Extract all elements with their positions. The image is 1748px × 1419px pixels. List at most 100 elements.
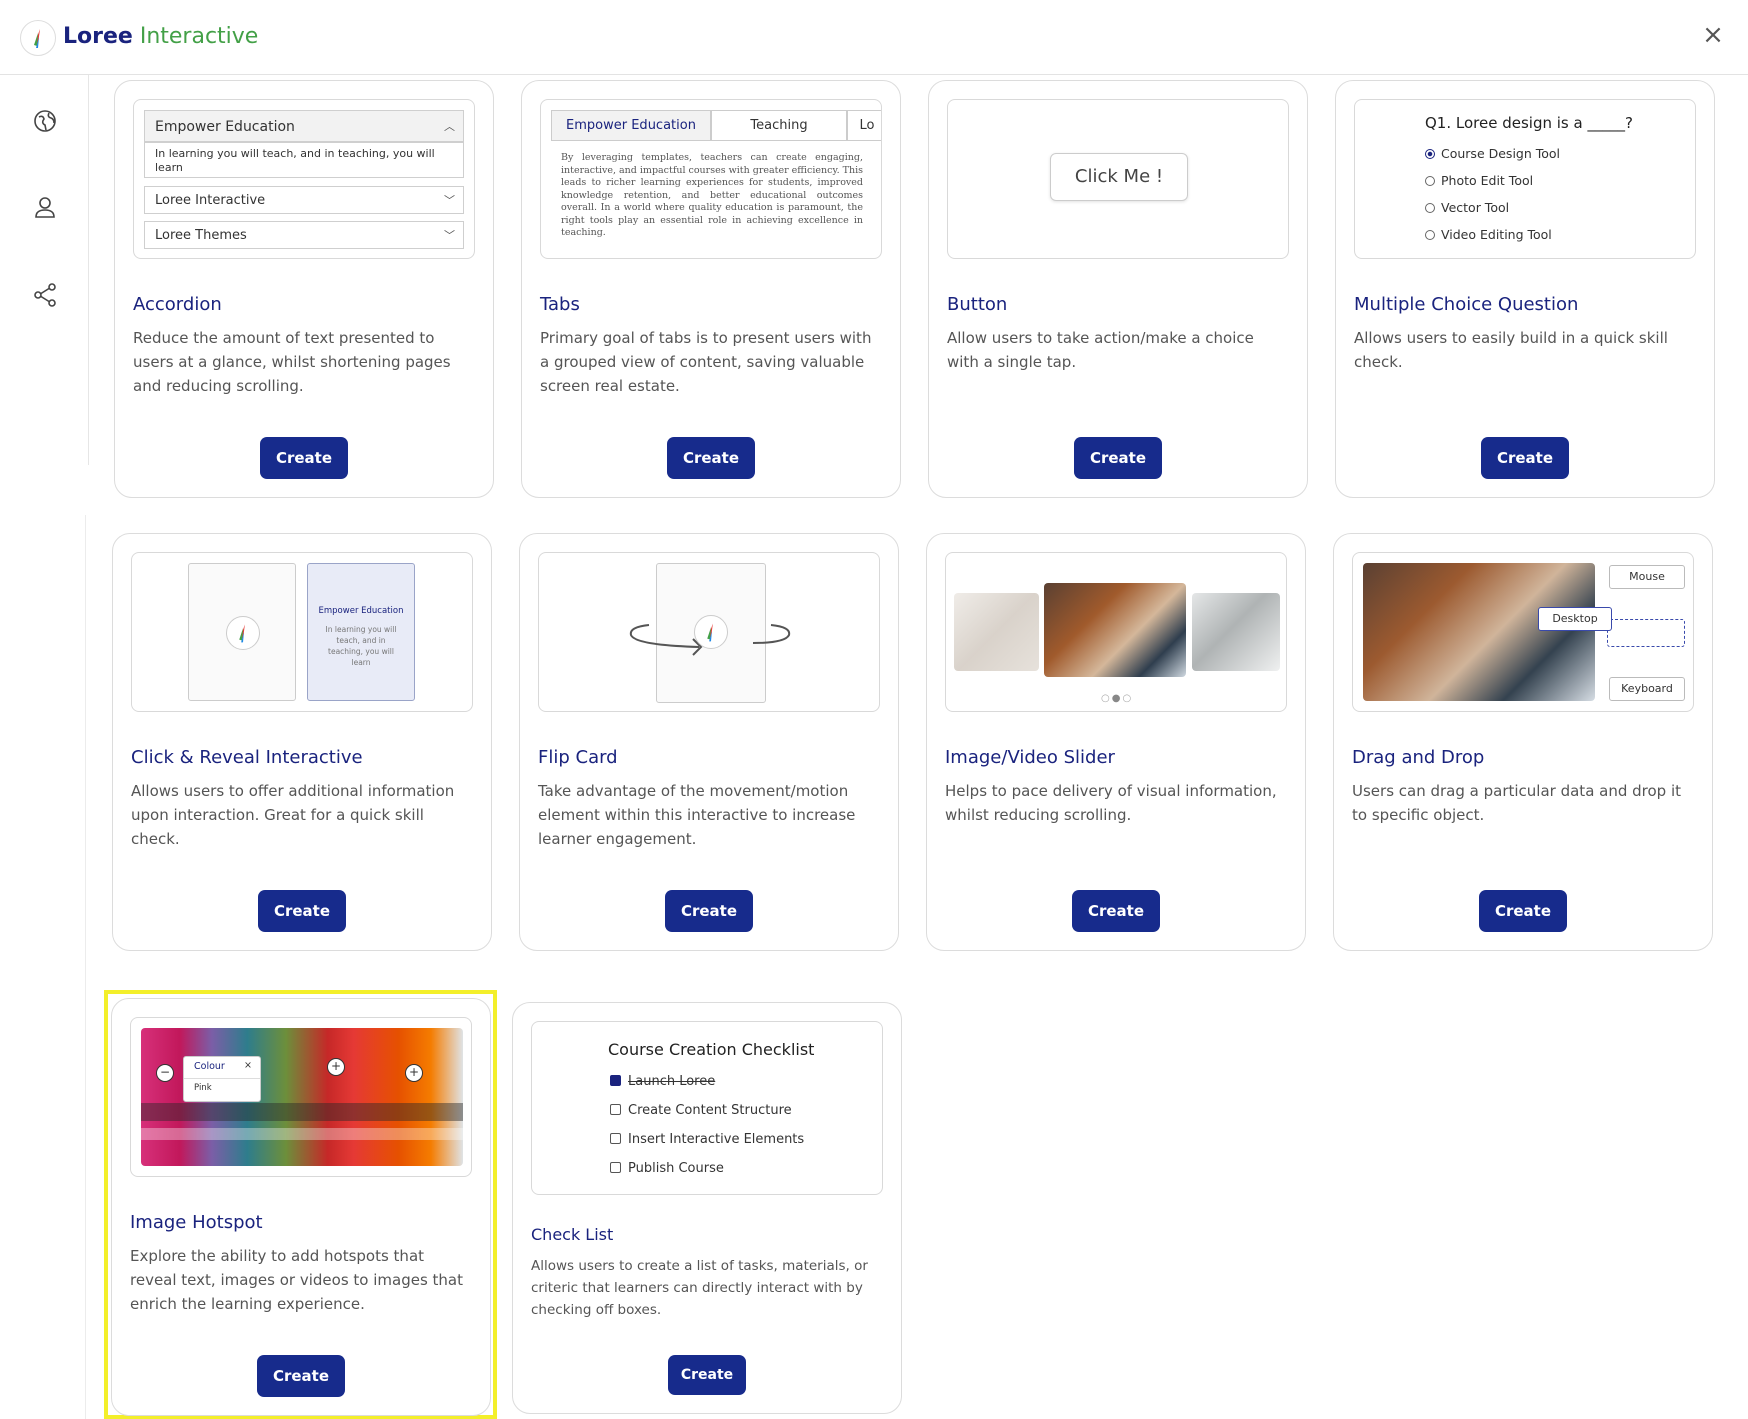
accordion-item: Loree Interactive ﹀ xyxy=(144,186,464,214)
checkbox-icon xyxy=(610,1104,621,1115)
checkbox-checked-icon xyxy=(610,1075,621,1086)
card-description: Take advantage of the movement/motion el… xyxy=(538,782,856,848)
card-image-video-slider: ○●○ Image/Video Slider Helps to pace del… xyxy=(926,533,1306,951)
checklist-item-label: Create Content Structure xyxy=(628,1103,792,1118)
card-title: Image/Video Slider xyxy=(945,747,1115,768)
mcq-option-label: Vector Tool xyxy=(1441,200,1510,215)
accordion-item-label: Loree Interactive xyxy=(155,193,266,208)
mcq-question: Q1. Loree design is a _____? xyxy=(1425,114,1633,132)
checklist-title: Course Creation Checklist xyxy=(608,1040,815,1059)
create-button[interactable]: Create xyxy=(1072,890,1160,932)
checklist-item: Create Content Structure xyxy=(610,1103,792,1118)
radio-selected-icon xyxy=(1425,149,1435,159)
slider-preview: ○●○ xyxy=(945,552,1287,712)
radio-icon xyxy=(1425,230,1435,240)
reveal-back-body: In learning you will teach, and in teach… xyxy=(325,625,397,667)
loree-logo-icon xyxy=(20,20,56,56)
card-description: Explore the ability to add hotspots that… xyxy=(130,1247,464,1313)
drag-label-mouse: Mouse xyxy=(1609,565,1685,589)
popup-value: Pink xyxy=(194,1083,212,1093)
sample-click-me-button: Click Me ! xyxy=(1050,153,1188,201)
card-title: Accordion xyxy=(133,294,222,315)
create-button[interactable]: Create xyxy=(1479,890,1567,932)
card-title: Multiple Choice Question xyxy=(1354,294,1579,315)
slider-image-right xyxy=(1192,593,1280,671)
create-button[interactable]: Create xyxy=(1074,437,1162,479)
checklist-item: Insert Interactive Elements xyxy=(610,1132,804,1147)
image-hotspot-preview: − Colour × Pink + + xyxy=(130,1017,472,1177)
hotspot-plus-icon: + xyxy=(327,1058,345,1076)
hotspot-minus-icon: − xyxy=(156,1064,174,1082)
click-reveal-preview: Empower Education In learning you will t… xyxy=(131,552,473,712)
drag-drop-preview: Mouse Desktop Keyboard xyxy=(1352,552,1694,712)
mcq-option-label: Photo Edit Tool xyxy=(1441,173,1534,188)
mcq-preview: Q1. Loree design is a _____? Course Desi… xyxy=(1354,99,1696,259)
create-button[interactable]: Create xyxy=(668,1355,746,1395)
checklist-preview: Course Creation Checklist Launch Loree C… xyxy=(531,1021,883,1195)
card-title: Click & Reveal Interactive xyxy=(131,747,363,768)
drag-label-keyboard: Keyboard xyxy=(1609,677,1685,701)
card-accordion: Empower Education ︿ In learning you will … xyxy=(114,80,494,498)
brand-primary: Loree xyxy=(63,24,133,49)
tab-content: By leveraging templates, teachers can cr… xyxy=(561,152,863,238)
card-description: Reduce the amount of text presented to u… xyxy=(133,329,451,395)
checklist-item-label: Insert Interactive Elements xyxy=(628,1132,805,1147)
create-button[interactable]: Create xyxy=(258,890,346,932)
card-check-list: Course Creation Checklist Launch Loree C… xyxy=(512,1002,902,1414)
app-header: Loree Interactive × xyxy=(0,0,1748,75)
card-flip-card: Flip Card Take advantage of the movement… xyxy=(519,533,899,951)
card-drag-and-drop: Mouse Desktop Keyboard Drag and Drop Use… xyxy=(1333,533,1713,951)
card-description: Allows users to easily build in a quick … xyxy=(1354,329,1668,371)
accordion-open-body: In learning you will teach, and in teach… xyxy=(144,142,464,178)
create-button[interactable]: Create xyxy=(1481,437,1569,479)
accordion-open-header: Empower Education ︿ xyxy=(144,110,464,142)
tab-bar: Empower Education Teaching Lo xyxy=(551,110,881,141)
card-description: Users can drag a particular data and dro… xyxy=(1352,782,1682,824)
globe-icon[interactable] xyxy=(29,105,61,137)
card-description: Allows users to offer additional informa… xyxy=(131,782,455,848)
radio-icon xyxy=(1425,203,1435,213)
tab-lo: Lo xyxy=(847,110,881,140)
card-title: Flip Card xyxy=(538,747,618,768)
button-preview: Click Me ! xyxy=(947,99,1289,259)
mcq-option: Vector Tool xyxy=(1425,200,1509,215)
card-description: Helps to pace delivery of visual informa… xyxy=(945,782,1277,824)
loree-logo-icon xyxy=(694,615,728,649)
user-icon[interactable] xyxy=(29,192,61,224)
accordion-item-label: Loree Themes xyxy=(155,228,247,243)
chevron-down-icon: ﹀ xyxy=(444,229,455,242)
card-tabs: Empower Education Teaching Lo By leverag… xyxy=(521,80,901,498)
create-button[interactable]: Create xyxy=(257,1355,345,1397)
card-description: Allow users to take action/make a choice… xyxy=(947,329,1254,371)
accordion-item: Loree Themes ﹀ xyxy=(144,221,464,249)
popup-close-icon: × xyxy=(244,1060,252,1071)
mcq-option-label: Course Design Tool xyxy=(1441,146,1561,161)
create-button[interactable]: Create xyxy=(667,437,755,479)
card-description: Primary goal of tabs is to present users… xyxy=(540,329,872,395)
card-image-hotspot: − Colour × Pink + + Image Hotspot Explor… xyxy=(111,998,491,1416)
slider-image-left xyxy=(954,593,1039,671)
card-title: Drag and Drop xyxy=(1352,747,1485,768)
card-click-reveal: Empower Education In learning you will t… xyxy=(112,533,492,951)
card-multiple-choice: Q1. Loree design is a _____? Course Desi… xyxy=(1335,80,1715,498)
tab-empower-education: Empower Education xyxy=(551,110,711,140)
reveal-front-card xyxy=(188,563,296,701)
chevron-up-icon: ︿ xyxy=(444,120,455,133)
create-button[interactable]: Create xyxy=(665,890,753,932)
mcq-option: Course Design Tool xyxy=(1425,146,1560,161)
share-icon[interactable] xyxy=(29,279,61,311)
hotspot-plus-icon: + xyxy=(405,1064,423,1082)
reveal-back-card: Empower Education In learning you will t… xyxy=(307,563,415,701)
drag-drop-image xyxy=(1363,563,1595,701)
card-title: Tabs xyxy=(540,294,580,315)
brand-name: Loree Interactive xyxy=(63,22,258,52)
popup-divider xyxy=(184,1078,260,1079)
mcq-option: Photo Edit Tool xyxy=(1425,173,1533,188)
popup-title: Colour xyxy=(194,1061,225,1072)
sidebar-divider xyxy=(85,515,86,1419)
tabs-preview: Empower Education Teaching Lo By leverag… xyxy=(540,99,882,259)
chevron-down-icon: ﹀ xyxy=(444,194,455,207)
close-icon[interactable]: × xyxy=(1698,20,1728,50)
create-button[interactable]: Create xyxy=(260,437,348,479)
accordion-preview: Empower Education ︿ In learning you will … xyxy=(133,99,475,259)
